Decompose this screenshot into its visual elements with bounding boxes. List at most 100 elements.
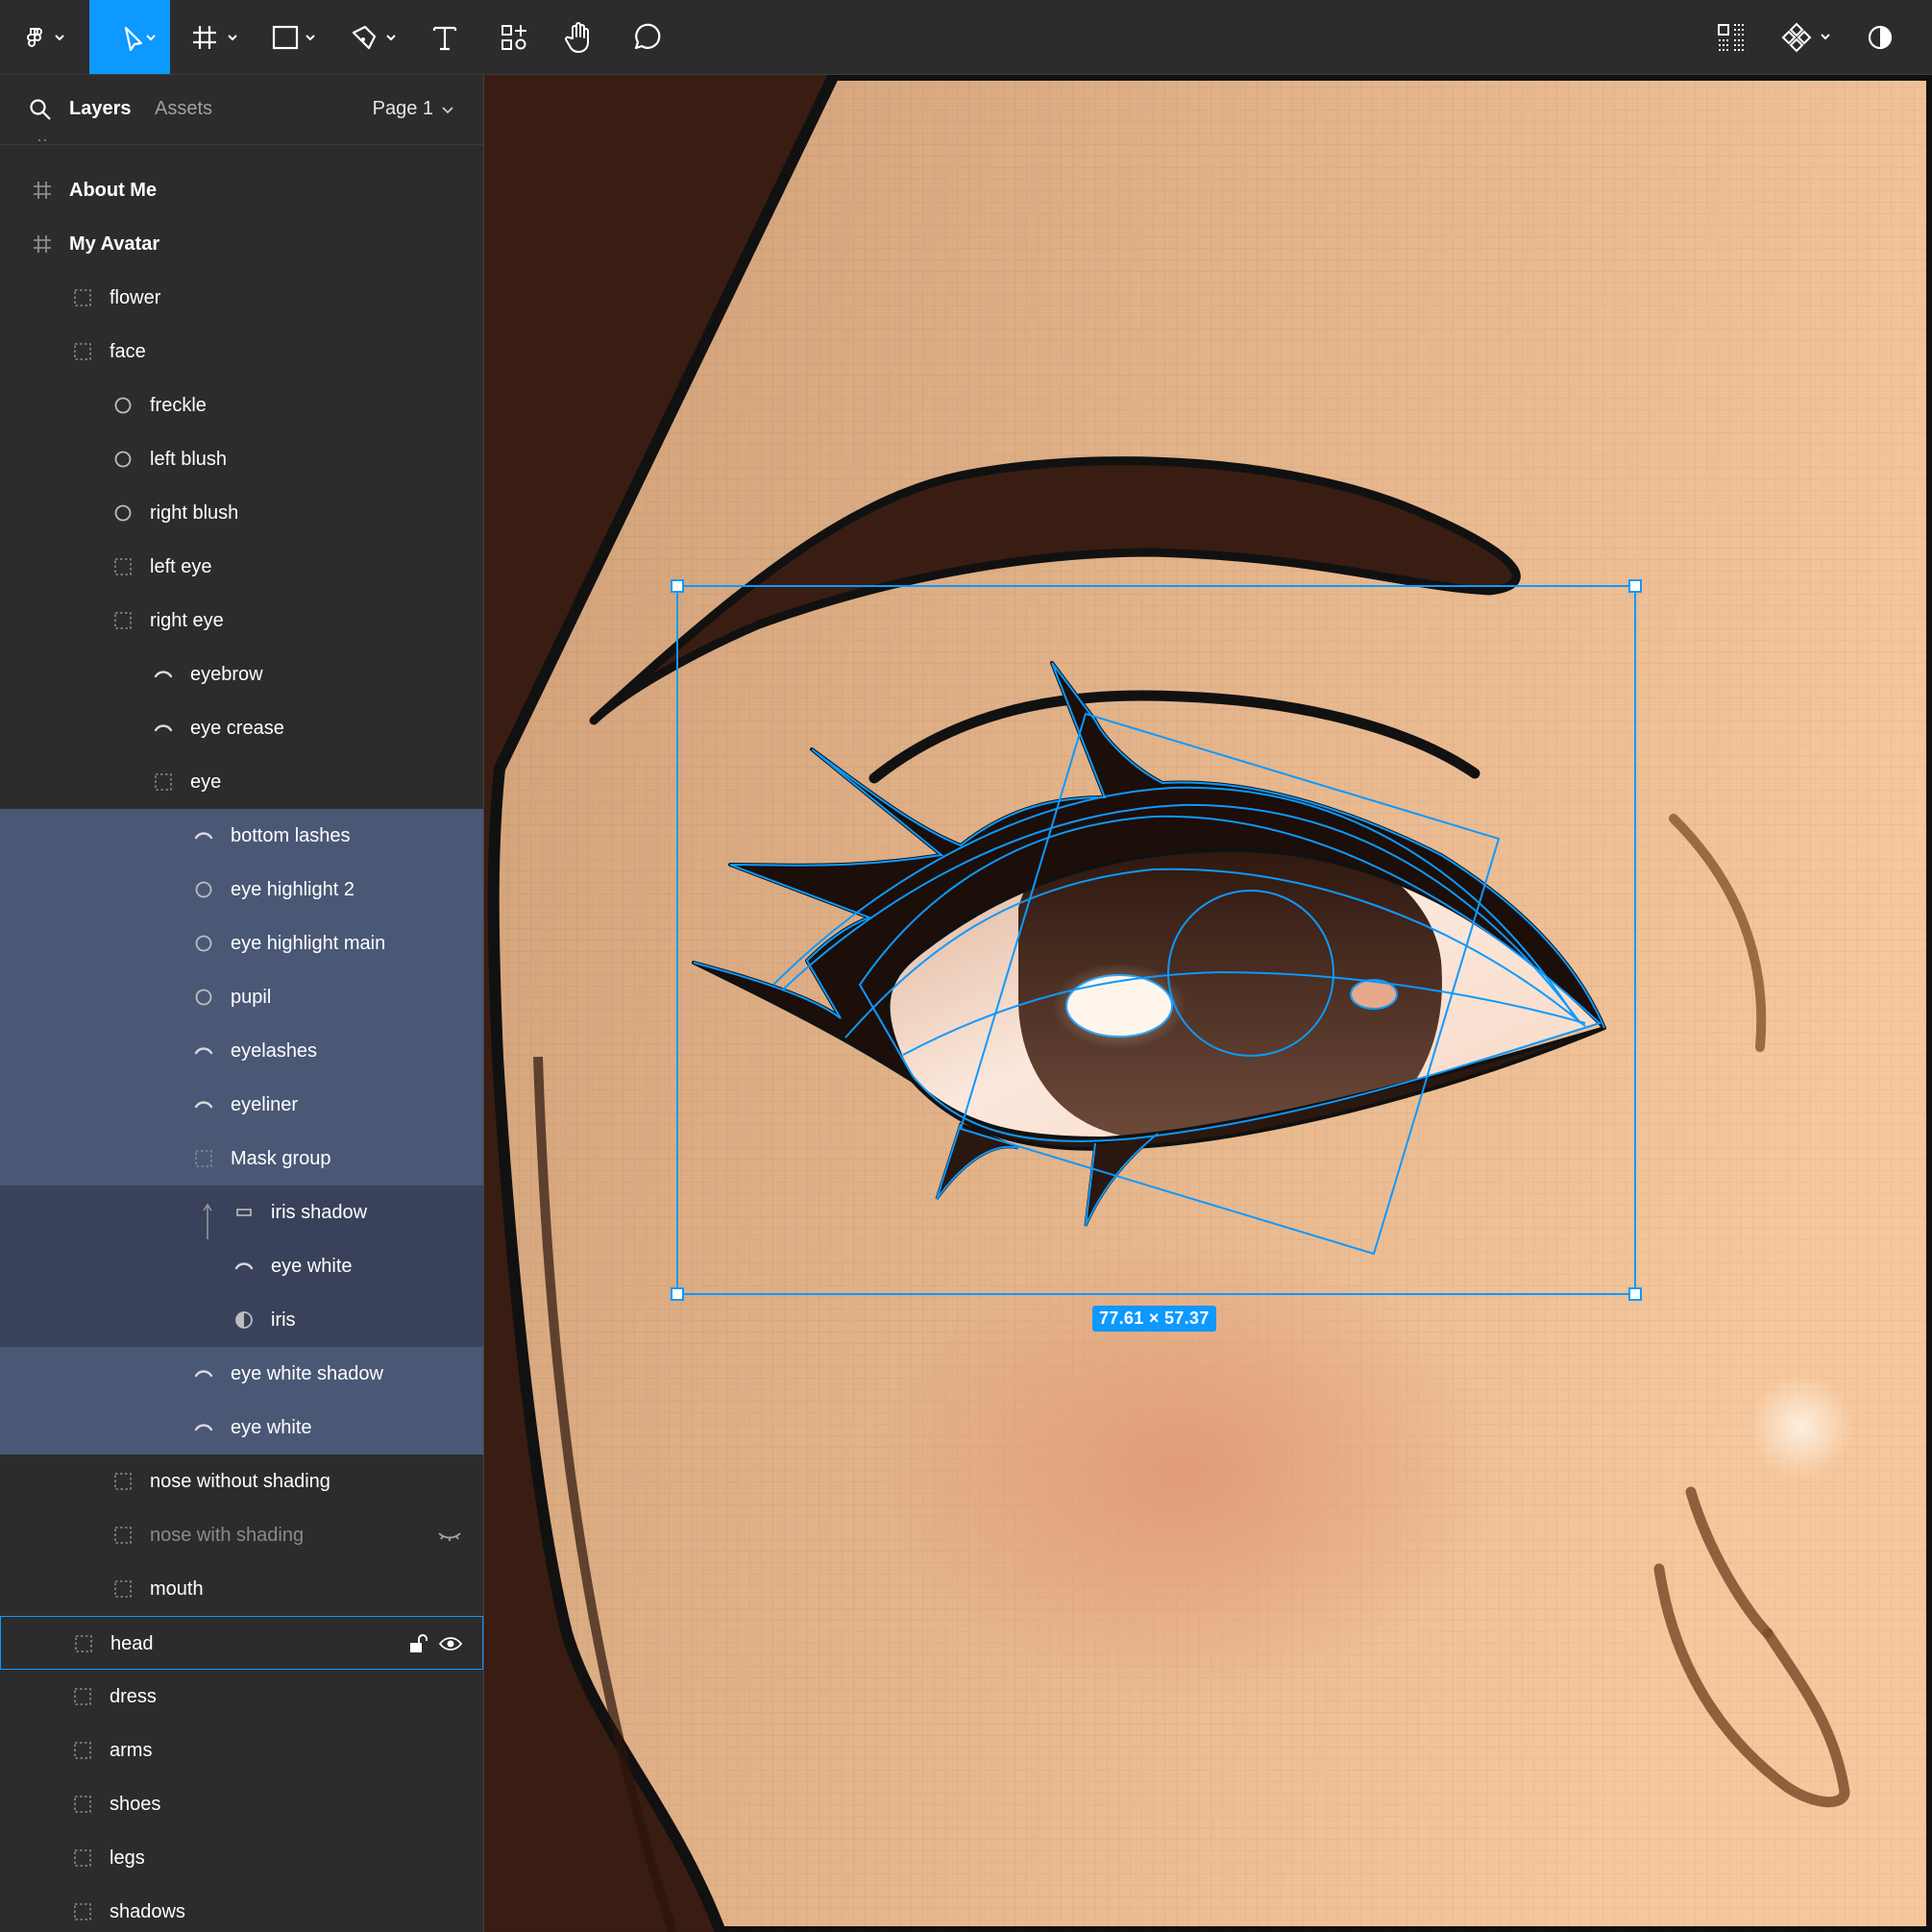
group-icon <box>152 770 175 794</box>
layer-row[interactable]: eye crease <box>0 701 483 755</box>
unlock-icon[interactable] <box>407 1632 428 1660</box>
frame-icon <box>31 179 54 202</box>
vector-icon <box>152 717 175 740</box>
layer-row[interactable]: head <box>0 1616 483 1670</box>
layer-row[interactable]: right eye <box>0 594 483 648</box>
ellipse-icon <box>192 878 215 901</box>
layer-label: right eye <box>150 610 224 631</box>
layer-label: nose without shading <box>150 1471 330 1492</box>
multiplayer-grid-button[interactable] <box>1714 0 1749 74</box>
selection-size-badge: 77.61 × 57.37 <box>1092 1306 1216 1332</box>
layer-row[interactable]: nose with shading <box>0 1508 483 1562</box>
tab-layers[interactable]: Layers <box>69 98 132 120</box>
group-icon <box>72 1632 95 1655</box>
layers-panel: Layers Assets Page 1 About Me My Avatar fl… <box>0 75 484 1932</box>
layer-label: face <box>110 341 146 362</box>
page-selector-label: Page 1 <box>372 98 433 119</box>
layer-row[interactable]: eyeliner <box>0 1078 483 1132</box>
group-icon <box>71 1846 94 1870</box>
layer-row[interactable]: eye white shadow <box>0 1347 483 1401</box>
layer-row[interactable]: mouth <box>0 1562 483 1616</box>
layer-row[interactable]: Mask group <box>0 1132 483 1186</box>
layer-row[interactable]: nose without shading <box>0 1455 483 1508</box>
layer-row[interactable]: arms <box>0 1724 483 1777</box>
tab-assets[interactable]: Assets <box>155 98 212 120</box>
vector-icon <box>192 1093 215 1116</box>
layer-row[interactable]: iris <box>0 1293 483 1347</box>
layer-row[interactable]: eyebrow <box>0 648 483 701</box>
layer-row[interactable]: My Avatar <box>0 217 483 271</box>
page-selector[interactable]: Page 1 <box>373 98 454 120</box>
layer-label: About Me <box>69 180 158 201</box>
rectangle-icon <box>272 25 315 49</box>
layer-label: freckle <box>150 395 207 416</box>
component-icon <box>1781 22 1830 52</box>
layer-row[interactable]: bottom lashes <box>0 809 483 863</box>
ellipse-icon <box>192 932 215 955</box>
eye-visible-icon[interactable] <box>438 1632 463 1660</box>
layer-row[interactable]: pupil <box>0 970 483 1024</box>
layer-label: eyebrow <box>190 664 263 685</box>
layer-label: mouth <box>150 1578 204 1600</box>
toolbar <box>0 0 1932 75</box>
layer-row[interactable]: eye <box>0 755 483 809</box>
layer-row[interactable]: right blush <box>0 486 483 540</box>
layer-row[interactable]: About Me <box>0 163 483 217</box>
pen-tool-button[interactable] <box>346 0 405 74</box>
layer-row[interactable]: left blush <box>0 432 483 486</box>
scrolled-row-remnant <box>37 138 50 152</box>
layer-row[interactable]: left eye <box>0 540 483 594</box>
design-canvas[interactable]: 77.61 × 57.37 <box>484 75 1932 1932</box>
search-icon[interactable] <box>29 98 52 126</box>
eye-closed-icon[interactable] <box>437 1524 462 1552</box>
layer-label: eyelashes <box>231 1040 318 1062</box>
main-menu-button[interactable] <box>17 0 75 74</box>
layer-label: left blush <box>150 449 228 470</box>
hand-icon <box>565 21 589 53</box>
layer-row[interactable]: shadows <box>0 1885 483 1932</box>
layer-row[interactable]: freckle <box>0 379 483 432</box>
layer-label: shoes <box>110 1794 161 1815</box>
layer-row[interactable]: shoes <box>0 1777 483 1831</box>
layer-row[interactable]: eye white <box>0 1239 483 1293</box>
layer-row[interactable]: dress <box>0 1670 483 1724</box>
comment-tool-button[interactable] <box>629 0 664 74</box>
shape-tool-button[interactable] <box>265 0 325 74</box>
frame-icon <box>193 25 237 49</box>
contrast-toggle-button[interactable] <box>1864 0 1896 74</box>
layer-label: nose with shading <box>150 1525 305 1546</box>
layer-row[interactable]: eye highlight main <box>0 917 483 970</box>
layer-row[interactable]: legs <box>0 1831 483 1885</box>
frame-icon <box>31 232 54 256</box>
layer-label: shadows <box>110 1901 185 1922</box>
layer-label: My Avatar <box>69 233 160 255</box>
vector-icon <box>192 1039 215 1063</box>
layer-label: left eye <box>150 556 212 577</box>
layer-row[interactable]: eyelashes <box>0 1024 483 1078</box>
group-icon <box>71 1739 94 1762</box>
component-tool-button[interactable] <box>1779 0 1841 74</box>
frame-tool-button[interactable] <box>187 0 247 74</box>
text-tool-button[interactable] <box>428 0 461 74</box>
layer-label: right blush <box>150 502 239 524</box>
group-icon <box>192 1147 215 1170</box>
layer-row[interactable]: face <box>0 325 483 379</box>
hand-tool-button[interactable] <box>562 0 597 74</box>
layer-row[interactable]: eye white <box>0 1401 483 1455</box>
layer-row[interactable]: flower <box>0 271 483 325</box>
vector-icon <box>192 1362 215 1385</box>
group-icon <box>71 286 94 309</box>
resources-tool-button[interactable] <box>498 0 530 74</box>
layer-row[interactable]: eye highlight 2 <box>0 863 483 917</box>
layer-row[interactable]: iris shadow <box>0 1186 483 1329</box>
ellipse-icon <box>192 986 215 1009</box>
layer-label: pupil <box>231 987 272 1008</box>
resources-icon <box>501 24 526 50</box>
layer-label: eye crease <box>190 718 284 739</box>
layer-label: bottom lashes <box>231 825 351 846</box>
move-tool-button[interactable] <box>89 0 170 74</box>
layer-label: head <box>110 1633 154 1654</box>
chevron-down-icon <box>442 106 453 113</box>
layer-label: eye white shadow <box>231 1363 383 1384</box>
layer-label: arms <box>110 1740 153 1761</box>
